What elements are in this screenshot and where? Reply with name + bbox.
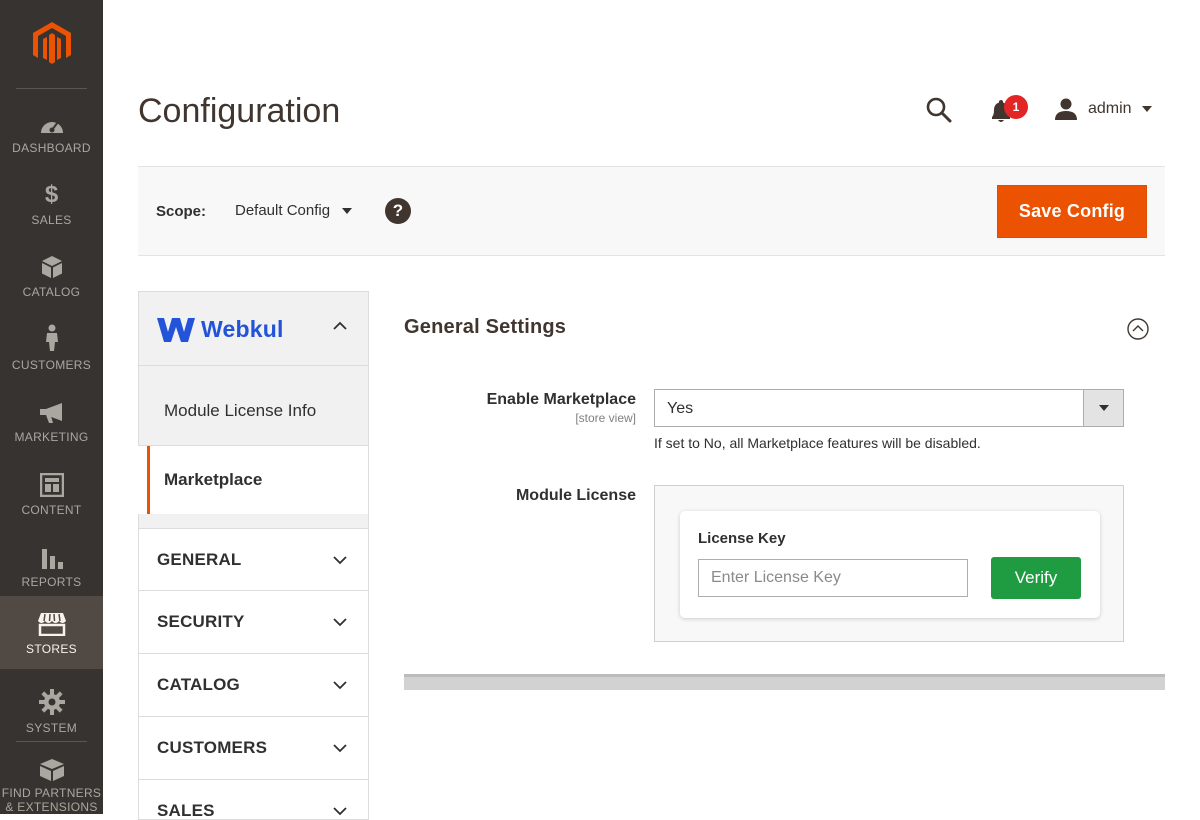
notification-count-badge[interactable]: 1 [1004,95,1028,119]
dashboard-icon [39,109,65,135]
nav-label: STORES [26,641,77,656]
enable-marketplace-label: Enable Marketplace [486,391,636,408]
nav-label: & EXTENSIONS [5,800,98,814]
webkul-tab-header[interactable]: Webkul [138,291,369,366]
tab-label: Module License Info [164,401,317,420]
section-divider [404,674,1165,690]
nav-label: DASHBOARD [12,141,91,155]
tab-group-label: CATALOG [157,675,240,694]
license-key-input[interactable] [698,559,968,597]
nav-label: SYSTEM [25,721,78,735]
module-license-label: Module License [515,487,636,504]
nav-label: CONTENT [21,503,82,517]
user-name: admin [1088,100,1132,117]
tab-label: Marketplace [164,470,263,489]
select-value: Yes [667,400,694,417]
nav-item-reports[interactable]: REPORTS [0,530,103,602]
collapse-section-icon[interactable] [1127,318,1149,340]
tab-group-label: SALES [157,801,215,820]
chevron-down-icon [342,207,353,214]
chevron-down-icon [333,618,347,627]
nav-item-catalog[interactable]: CATALOG [0,240,103,312]
tab-module-license-info[interactable]: Module License Info [138,366,369,446]
save-config-button[interactable]: Save Config [997,185,1147,238]
tab-group-general[interactable]: GENERAL [138,528,369,591]
scope-value: Default Config [235,202,331,219]
nav-item-stores[interactable]: STORES [0,596,103,669]
scope-label: Scope: [156,203,207,220]
nav-item-system[interactable]: SYSTEM [0,676,103,748]
tab-group-catalog[interactable]: CATALOG [138,654,369,717]
chevron-down-icon [333,744,347,753]
scope-toolbar: Scope: Default Config ? Save Config [138,166,1165,256]
tab-group-label: SECURITY [157,612,245,631]
store-icon [37,610,67,636]
nav-item-marketing[interactable]: MARKETING [0,385,103,457]
user-icon [1055,98,1077,120]
dollar-icon: $ [44,181,59,208]
nav-label: FIND PARTNERS [1,786,102,800]
tab-group-customers[interactable]: CUSTOMERS [138,717,369,780]
help-icon[interactable]: ? [385,198,411,224]
nav-divider [16,88,87,89]
nav-label: SALES [31,213,72,227]
extensions-icon [38,756,66,782]
user-menu[interactable]: admin [1054,96,1152,122]
scope-switcher[interactable]: Default Config [235,202,353,219]
person-icon [44,324,60,352]
nav-item-dashboard[interactable]: DASHBOARD [0,96,103,168]
chevron-down-icon [333,556,347,565]
chevron-down-icon [1141,106,1152,112]
tab-group-security[interactable]: SECURITY [138,591,369,654]
gear-icon [38,689,65,715]
search-icon[interactable] [925,96,953,124]
license-key-title: License Key [698,530,786,547]
page-title: Configuration [138,92,341,130]
webkul-brand-text: Webkul [201,316,284,342]
select-dropdown-button[interactable] [1083,390,1123,426]
tab-group-sales[interactable]: SALES [138,780,369,820]
license-card: License Key Verify [680,511,1100,618]
verify-button[interactable]: Verify [991,557,1081,599]
tab-spacer [138,514,369,528]
nav-item-find-partners[interactable]: FIND PARTNERS & EXTENSIONS [0,750,103,814]
chevron-down-icon [1098,405,1109,411]
chevron-up-icon [333,321,347,330]
chevron-down-icon [333,681,347,690]
nav-label: CATALOG [22,285,81,299]
section-title[interactable]: General Settings [404,316,566,339]
chevron-down-icon [333,807,347,816]
nav-label: REPORTS [21,575,82,589]
tab-group-label: CUSTOMERS [157,738,268,757]
nav-divider [16,741,87,742]
tab-marketplace[interactable]: Marketplace [147,446,369,514]
enable-marketplace-select[interactable]: Yes [654,389,1124,427]
module-license-container: License Key Verify [654,485,1124,642]
field-note: If set to No, all Marketplace features w… [654,435,981,451]
nav-item-sales[interactable]: $ SALES [0,168,103,240]
bar-chart-icon [40,543,64,569]
admin-sidebar: DASHBOARD $ SALES CATALOG CUSTOMERS MARK… [0,0,103,814]
layout-icon [39,471,64,497]
nav-label: CUSTOMERS [11,358,92,372]
webkul-logo: Webkul [157,316,284,343]
nav-item-content[interactable]: CONTENT [0,458,103,530]
nav-item-customers[interactable]: CUSTOMERS [0,313,103,385]
nav-label: MARKETING [14,430,89,444]
magento-logo-icon [32,22,71,64]
webkul-w-icon [157,317,195,342]
box-icon [41,253,63,279]
tab-group-label: GENERAL [157,550,242,569]
magento-logo[interactable] [0,0,103,88]
megaphone-icon [38,398,66,424]
field-scope-hint: [store view] [575,411,636,425]
